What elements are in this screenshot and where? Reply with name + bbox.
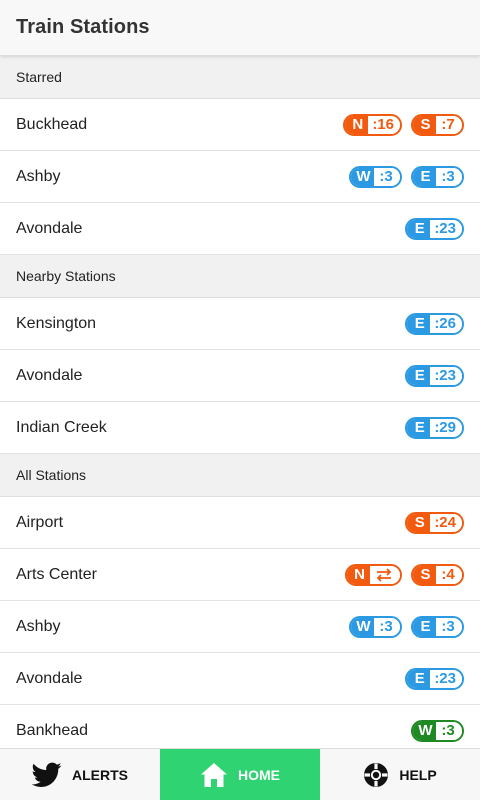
arrival-badge: E:3 — [411, 165, 464, 188]
lifebuoy-icon — [363, 762, 389, 788]
arrival-badges: E:26 — [405, 312, 464, 335]
arrival-badge: W:3 — [411, 719, 464, 742]
arrival-minutes: :3 — [374, 617, 400, 636]
twitter-bird-icon — [32, 762, 62, 788]
arrival-badge: S:7 — [411, 113, 464, 136]
direction-letter: E — [407, 314, 431, 333]
direction-letter: S — [413, 115, 436, 134]
direction-letter: N — [347, 565, 370, 584]
station-name: Airport — [16, 513, 64, 531]
arrival-badge: W:3 — [349, 165, 402, 188]
home-icon — [200, 762, 228, 788]
station-row[interactable]: Ashby W:3 E:3 — [0, 601, 480, 653]
arrival-minutes: :4 — [436, 565, 462, 584]
arrival-minutes: :7 — [436, 115, 462, 134]
arrival-badges: N S:4 — [345, 563, 464, 586]
station-row[interactable]: Kensington E:26 — [0, 298, 480, 350]
direction-letter: E — [407, 669, 431, 688]
direction-letter: W — [351, 167, 374, 186]
arrival-badges: S:24 — [405, 511, 464, 534]
nav-alerts-button[interactable]: ALERTS — [0, 749, 160, 800]
direction-letter: W — [351, 617, 374, 636]
station-name: Indian Creek — [16, 418, 107, 436]
arrival-badges: N:16 S:7 — [343, 113, 464, 136]
station-name: Bankhead — [16, 721, 89, 739]
arrival-badge: E:23 — [405, 667, 464, 690]
section-header: Starred — [0, 56, 480, 99]
nav-help-label: HELP — [399, 766, 437, 783]
station-name: Ashby — [16, 167, 61, 185]
station-name: Kensington — [16, 314, 97, 332]
arrival-minutes: :29 — [430, 418, 462, 437]
station-row[interactable]: Buckhead N:16 S:7 — [0, 99, 480, 151]
arrival-badges: W:3 — [411, 719, 464, 742]
arrival-minutes: :26 — [430, 314, 462, 333]
arrival-minutes: :24 — [430, 513, 462, 532]
arrival-minutes: :23 — [430, 219, 462, 238]
arrival-badge: S:24 — [405, 511, 464, 534]
arrival-badge: E:23 — [405, 364, 464, 387]
arrival-badge: N — [345, 563, 402, 586]
nav-alerts-label: ALERTS — [72, 766, 128, 783]
arrival-badges: E:23 — [405, 217, 464, 240]
nav-home-label: HOME — [238, 766, 280, 783]
station-list[interactable]: Starred Buckhead N:16 S:7 Ashby W:3 E:3 Avondal… — [0, 56, 480, 748]
station-name: Avondale — [16, 219, 83, 237]
station-row[interactable]: Bankhead W:3 — [0, 705, 480, 748]
arrival-badge: E:29 — [405, 416, 464, 439]
arrival-badge: E:26 — [405, 312, 464, 335]
arrival-badges: E:23 — [405, 364, 464, 387]
arrival-minutes: :3 — [436, 721, 462, 740]
arrival-minutes: :3 — [436, 167, 462, 186]
station-name: Buckhead — [16, 115, 88, 133]
station-name: Ashby — [16, 617, 61, 635]
arrival-minutes: :16 — [368, 115, 400, 134]
arrival-badge: E:23 — [405, 217, 464, 240]
arrival-badges: E:29 — [405, 416, 464, 439]
arrival-badge: W:3 — [349, 615, 402, 638]
station-name: Avondale — [16, 366, 83, 384]
nav-home-button[interactable]: HOME — [160, 749, 320, 800]
direction-letter: E — [413, 617, 436, 636]
station-row[interactable]: Arts Center N S:4 — [0, 549, 480, 601]
station-row[interactable]: Indian Creek E:29 — [0, 402, 480, 454]
arrival-badges: W:3 E:3 — [349, 615, 464, 638]
station-name: Arts Center — [16, 565, 97, 583]
arrival-minutes: :3 — [436, 617, 462, 636]
arrival-badges: W:3 E:3 — [349, 165, 464, 188]
section-header: All Stations — [0, 454, 480, 497]
station-row[interactable]: Ashby W:3 E:3 — [0, 151, 480, 203]
station-row[interactable]: Avondale E:23 — [0, 350, 480, 402]
direction-letter: W — [413, 721, 436, 740]
direction-letter: S — [413, 565, 436, 584]
station-row[interactable]: Avondale E:23 — [0, 653, 480, 705]
direction-letter: E — [407, 418, 431, 437]
arrival-minutes: :23 — [430, 366, 462, 385]
arrival-badges: E:23 — [405, 667, 464, 690]
station-row[interactable]: Avondale E:23 — [0, 203, 480, 255]
direction-letter: N — [345, 115, 369, 134]
direction-letter: E — [407, 366, 431, 385]
station-row[interactable]: Airport S:24 — [0, 497, 480, 549]
direction-letter: S — [407, 513, 431, 532]
nav-help-button[interactable]: HELP — [320, 749, 480, 800]
station-name: Avondale — [16, 669, 83, 687]
arrival-badge: N:16 — [343, 113, 402, 136]
arrival-minutes: :23 — [430, 669, 462, 688]
bottom-navigation: ALERTS HOME HELP — [0, 748, 480, 800]
section-header: Nearby Stations — [0, 255, 480, 298]
swap-arrows-icon — [370, 565, 400, 584]
direction-letter: E — [407, 219, 431, 238]
arrival-badge: E:3 — [411, 615, 464, 638]
app-bar: Train Stations — [0, 0, 480, 56]
arrival-badge: S:4 — [411, 563, 464, 586]
page-title: Train Stations — [16, 16, 150, 38]
direction-letter: E — [413, 167, 436, 186]
arrival-minutes: :3 — [374, 167, 400, 186]
